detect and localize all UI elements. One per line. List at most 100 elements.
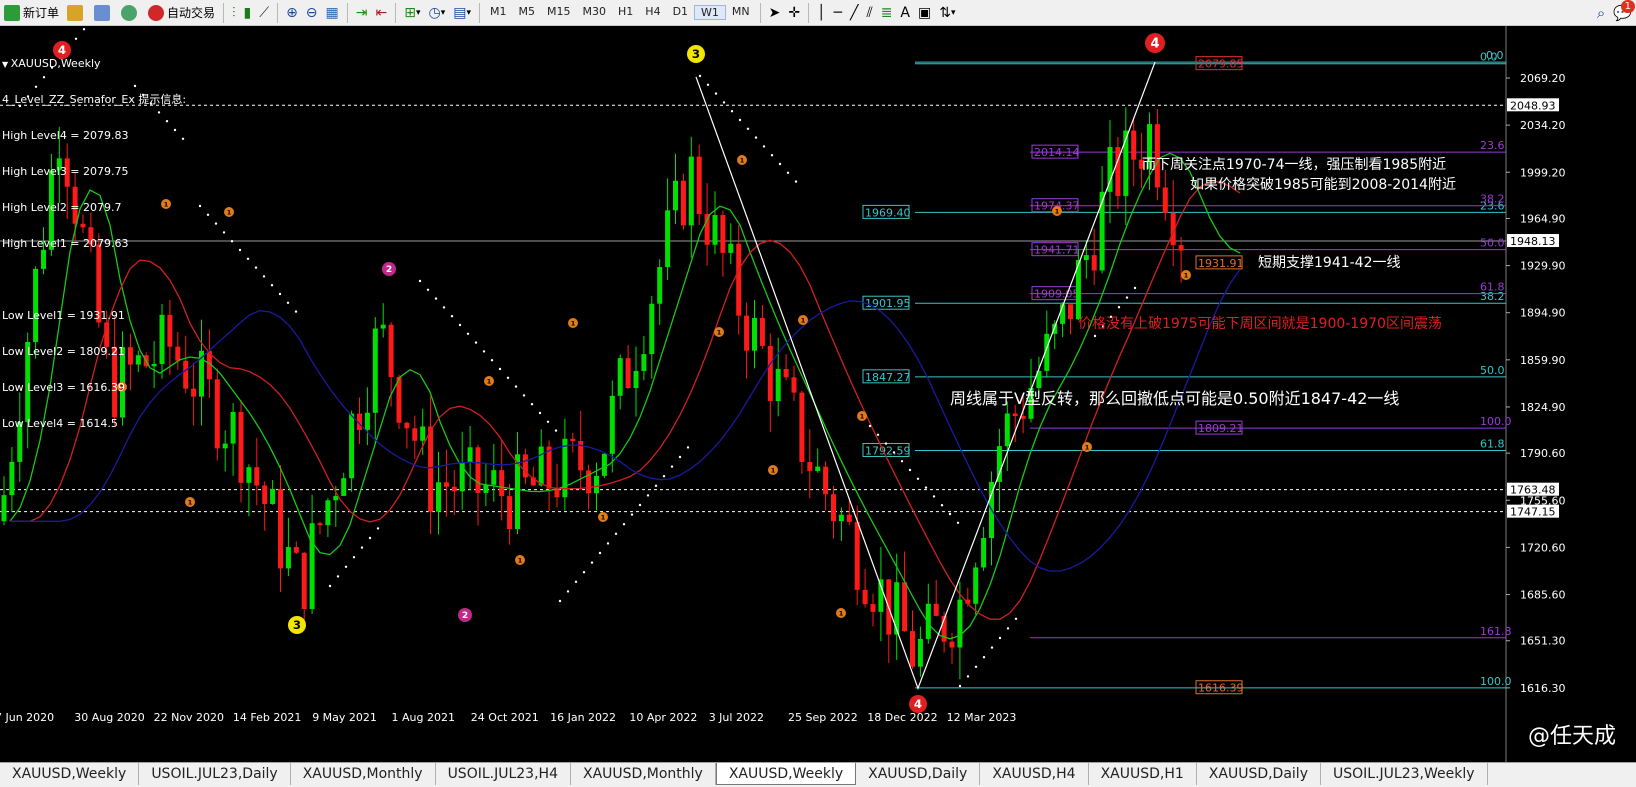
tab-chart[interactable]: USOIL.JUL23,H4 bbox=[436, 763, 571, 785]
tf-h4[interactable]: H4 bbox=[639, 5, 666, 20]
history-button[interactable] bbox=[91, 2, 116, 24]
crosshair-button[interactable]: ✛ bbox=[785, 2, 803, 24]
fibonacci-button[interactable]: ≣ bbox=[878, 2, 896, 24]
tf-h1[interactable]: H1 bbox=[612, 5, 639, 20]
tab-chart-active[interactable]: XAUUSD,Weekly bbox=[715, 763, 857, 785]
candle-body bbox=[894, 582, 900, 635]
sar-dot bbox=[490, 359, 494, 362]
arrows-button[interactable]: ⇅ ▾ bbox=[936, 2, 958, 24]
semafor-level3-label: 3 bbox=[692, 47, 700, 61]
semafor-level4-label: 4 bbox=[1150, 37, 1159, 52]
chart-shift-button[interactable]: ⇤ bbox=[373, 2, 391, 24]
sar-dot bbox=[582, 571, 586, 574]
candle-chart-button[interactable]: ▮ bbox=[241, 2, 255, 24]
candle-body bbox=[364, 412, 370, 430]
equidistant-channel-button[interactable]: ⫽ bbox=[863, 2, 875, 24]
zoom-in-button[interactable]: ⊕ bbox=[283, 2, 301, 24]
tab-chart[interactable]: XAUUSD,Monthly bbox=[291, 763, 436, 785]
semafor-level1-label: 1 bbox=[1184, 271, 1189, 279]
fib-label-cyan: 100.0 bbox=[1480, 675, 1512, 688]
sar-dot bbox=[558, 599, 562, 603]
tf-mn[interactable]: MN bbox=[726, 5, 756, 20]
candle-body bbox=[570, 438, 576, 442]
candle-body bbox=[594, 475, 599, 494]
candle-body bbox=[451, 486, 457, 492]
candle-body bbox=[270, 488, 276, 504]
toolbar-separator bbox=[223, 2, 225, 23]
tf-m5[interactable]: M5 bbox=[513, 5, 542, 20]
price-tick-label: 1894.90 bbox=[1520, 307, 1566, 320]
level-row: Low Level2 = 1809.21 bbox=[2, 345, 125, 358]
candle-body bbox=[538, 446, 544, 486]
candle-body bbox=[759, 317, 765, 346]
zoom-out-button[interactable]: ⊖ bbox=[303, 2, 321, 24]
price-tag-1948: 1948.13 bbox=[1510, 235, 1556, 248]
sar-dot bbox=[1117, 306, 1121, 309]
gold-icon-button[interactable] bbox=[64, 2, 89, 24]
horizontal-line-button[interactable]: ─ bbox=[831, 2, 845, 24]
tab-chart[interactable]: XAUUSD,Daily bbox=[856, 763, 981, 785]
tf-d1[interactable]: D1 bbox=[667, 5, 694, 20]
candle-body bbox=[649, 303, 655, 355]
price-tick-label: 1859.90 bbox=[1520, 354, 1566, 367]
periods-button[interactable]: ◷ ▾ bbox=[426, 2, 449, 24]
date-tick-label: 3 Jul 2022 bbox=[709, 711, 764, 724]
chart-window[interactable]: 2069.20 2034.20 1999.20 1964.90 1929.90 1894.… bbox=[0, 26, 1636, 762]
sar-dot bbox=[554, 429, 558, 432]
tab-chart[interactable]: XAUUSD,Monthly bbox=[571, 763, 716, 785]
cursor-button[interactable]: ➤ bbox=[766, 2, 784, 24]
signals-button[interactable] bbox=[118, 2, 143, 24]
tf-m30[interactable]: M30 bbox=[577, 5, 613, 20]
sar-dot bbox=[892, 451, 896, 454]
sar-dot bbox=[566, 590, 570, 593]
tab-chart[interactable]: XAUUSD,H4 bbox=[980, 763, 1089, 785]
tab-chart[interactable]: USOIL.JUL23,Weekly bbox=[1321, 763, 1488, 785]
line-chart-button[interactable]: ⟋ bbox=[256, 2, 272, 24]
text-label-button[interactable]: ▣ bbox=[915, 2, 934, 24]
auto-trade-button[interactable]: 自动交易 bbox=[145, 2, 218, 24]
candle-body bbox=[333, 495, 339, 501]
vertical-line-button[interactable]: │ bbox=[814, 2, 828, 24]
bar-chart-button[interactable]: ⫶ bbox=[229, 2, 239, 24]
scroll-chart-button[interactable]: ⇥ bbox=[353, 2, 371, 24]
indicators-button[interactable]: ⊞ ▾ bbox=[401, 2, 423, 24]
candle-body bbox=[902, 582, 908, 632]
tab-chart[interactable]: XAUUSD,H1 bbox=[1089, 763, 1197, 785]
new-order-button[interactable]: 新订单 bbox=[1, 2, 62, 24]
candle-body bbox=[436, 482, 441, 512]
search-button[interactable]: ⌕ bbox=[1594, 2, 1608, 24]
sar-dot bbox=[270, 284, 274, 287]
sar-dot bbox=[254, 266, 258, 269]
tab-chart[interactable]: XAUUSD,Daily bbox=[1197, 763, 1321, 785]
tab-chart[interactable]: USOIL.JUL23,Daily bbox=[139, 763, 291, 785]
candle-body bbox=[957, 599, 963, 648]
tile-windows-button[interactable]: ▦ bbox=[323, 2, 342, 24]
tf-m1[interactable]: M1 bbox=[484, 5, 513, 20]
candle-body bbox=[412, 428, 418, 441]
sar-dot bbox=[606, 542, 610, 545]
price-tag-1763: 1763.48 bbox=[1510, 484, 1556, 497]
toolbar-separator bbox=[759, 2, 761, 23]
fibonacci-icon: ≣ bbox=[880, 4, 893, 21]
sar-dot bbox=[868, 424, 872, 428]
candle-body bbox=[823, 466, 829, 495]
sar-dot bbox=[590, 561, 594, 564]
semafor-level1-label: 1 bbox=[227, 208, 232, 216]
level-row: Low Level3 = 1616.39 bbox=[2, 381, 125, 394]
text-button[interactable]: A bbox=[897, 2, 913, 24]
toolbar-separator bbox=[395, 2, 397, 23]
price-tick-label: 1964.90 bbox=[1520, 212, 1566, 225]
trendline-button[interactable]: ╱ bbox=[847, 2, 861, 24]
tf-m15[interactable]: M15 bbox=[541, 5, 577, 20]
annotation-range: 价格没有上破1975可能下周区间就是1900-1970区间震荡 bbox=[1078, 316, 1442, 332]
toolbar-separator bbox=[479, 2, 481, 23]
chevron-down-icon: ▾ bbox=[415, 7, 421, 18]
sar-dot bbox=[1006, 627, 1010, 630]
candle-body bbox=[546, 446, 552, 489]
candle-body bbox=[799, 392, 805, 462]
tab-chart[interactable]: XAUUSD,Weekly bbox=[0, 763, 140, 785]
sar-dot bbox=[450, 315, 454, 318]
tf-w1[interactable]: W1 bbox=[694, 5, 726, 20]
templates-button[interactable]: ▤ ▾ bbox=[450, 2, 474, 24]
alerts-button[interactable]: 💬 1 bbox=[1610, 0, 1635, 24]
